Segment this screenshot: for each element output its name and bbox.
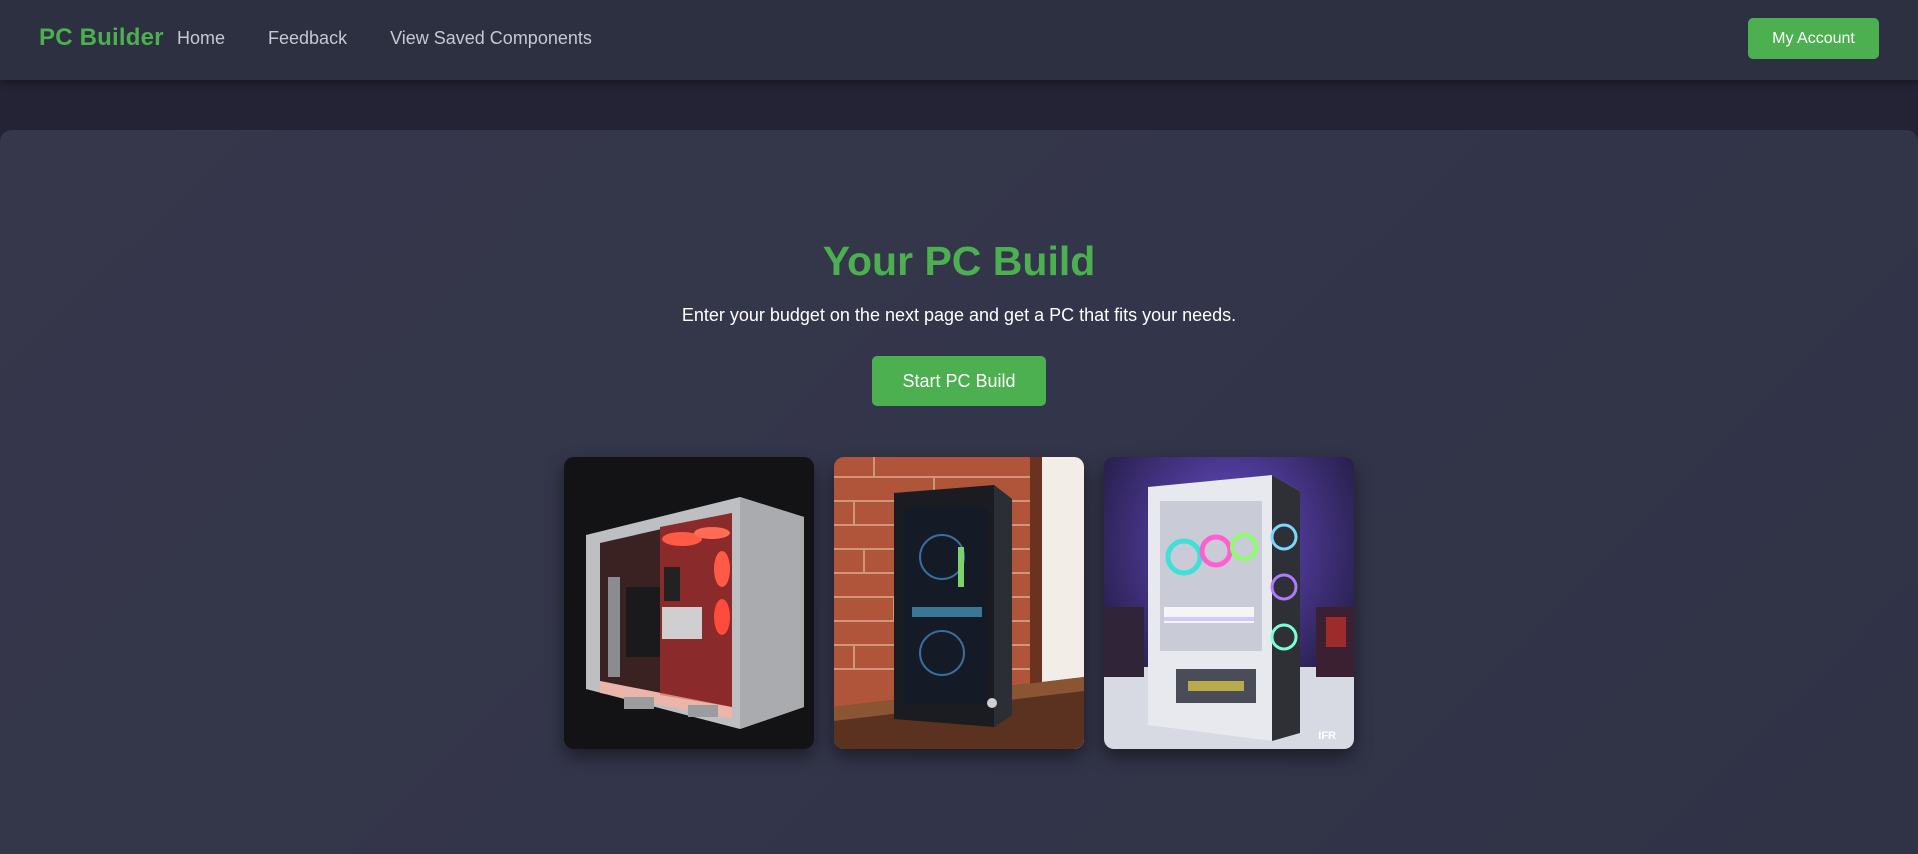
gallery-image-white-rgb-pc: IFR bbox=[1104, 457, 1354, 749]
gallery-image-white-red-pc bbox=[564, 457, 814, 749]
page-title: Your PC Build bbox=[822, 238, 1096, 284]
nav-link-feedback[interactable]: Feedback bbox=[268, 28, 347, 49]
my-account-button[interactable]: My Account bbox=[1748, 18, 1879, 59]
nav-link-home[interactable]: Home bbox=[177, 28, 225, 49]
nav-links: Home Feedback View Saved Components bbox=[177, 28, 635, 49]
page-subtitle: Enter your budget on the next page and g… bbox=[681, 305, 1237, 325]
nav-link-saved-components[interactable]: View Saved Components bbox=[390, 28, 592, 49]
top-navbar: PC Builder Home Feedback View Saved Comp… bbox=[0, 0, 1918, 80]
ifr-watermark: IFR bbox=[1318, 730, 1336, 742]
main-content-panel: Your PC Build Enter your budget on the n… bbox=[0, 130, 1918, 854]
start-pc-build-button[interactable]: Start PC Build bbox=[872, 356, 1046, 406]
gallery-image-dark-pc-brick-wall bbox=[834, 457, 1084, 749]
brand-logo[interactable]: PC Builder bbox=[39, 24, 164, 52]
